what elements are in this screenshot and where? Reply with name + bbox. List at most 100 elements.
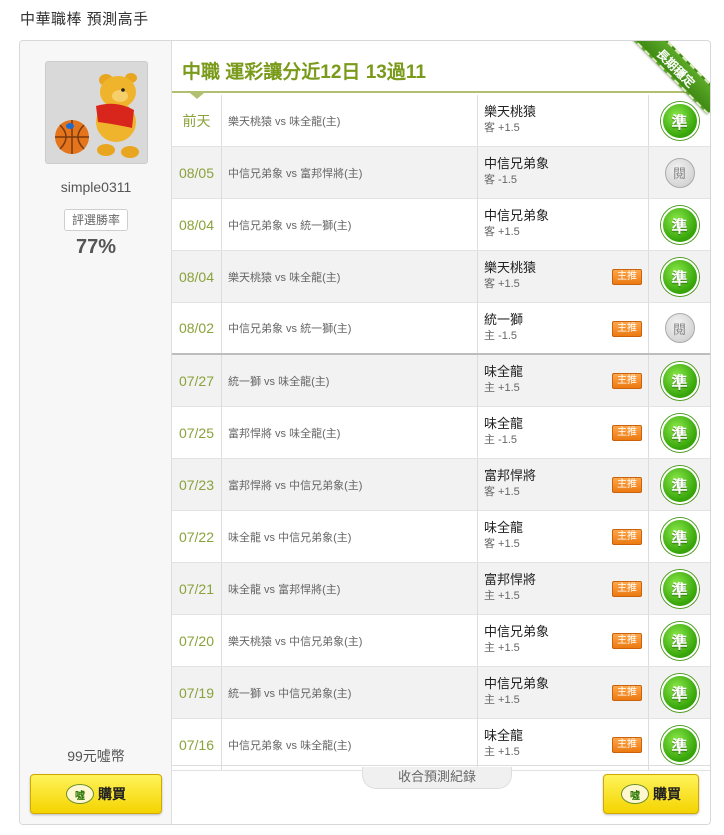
win-badge-icon: 準: [660, 569, 699, 608]
win-badge-icon: 準: [660, 621, 699, 660]
row-match: 味全龍 vs 中信兄弟象(主): [222, 511, 478, 562]
prediction-row: 07/23 富邦悍將 vs 中信兄弟象(主) 富邦悍將客 +1.5 主推準: [172, 459, 710, 511]
win-badge-icon: 準: [660, 101, 699, 140]
row-pick: 富邦悍將主 +1.5 主推: [478, 563, 649, 614]
win-rate-value: 77%: [75, 236, 117, 258]
prediction-row: 前天 樂天桃猿 vs 味全龍(主) 樂天桃猿客 +1.5 準: [172, 95, 710, 147]
row-date: 07/21: [172, 563, 222, 614]
win-badge-icon: 準: [660, 413, 699, 452]
prediction-row: 07/16 中信兄弟象 vs 味全龍(主) 味全龍主 +1.5 主推準: [172, 719, 710, 771]
predictor-card: simple0311 評選勝率 77% 99元噓幣 噓 購買 中職 運彩讓分近1…: [19, 40, 711, 825]
main-pick-tag: 主推: [612, 425, 642, 441]
row-pick: 味全龍主 -1.5 主推: [478, 407, 649, 458]
row-match: 富邦悍將 vs 味全龍(主): [222, 407, 478, 458]
main-pick-tag: 主推: [612, 321, 642, 337]
buy-button[interactable]: 噓 購買: [30, 774, 162, 814]
row-date: 08/04: [172, 199, 222, 250]
row-pick: 富邦悍將客 +1.5 主推: [478, 459, 649, 510]
row-pick: 樂天桃猿客 +1.5: [478, 95, 649, 146]
row-match: 統一獅 vs 中信兄弟象(主): [222, 667, 478, 718]
row-result: 準: [649, 719, 710, 770]
row-date: 07/25: [172, 407, 222, 458]
row-result: 準: [649, 95, 710, 146]
push-badge-icon: 閱: [664, 313, 695, 343]
row-pick: 中信兄弟象主 +1.5 主推: [478, 615, 649, 666]
row-result: 準: [649, 407, 710, 458]
win-badge-icon: 準: [660, 725, 699, 764]
profile-panel: simple0311 評選勝率 77% 99元噓幣 噓 購買: [20, 41, 172, 824]
row-date: 08/04: [172, 251, 222, 302]
avatar[interactable]: [45, 61, 148, 164]
main-pick-tag: 主推: [612, 529, 642, 545]
row-match: 中信兄弟象 vs 富邦悍將(主): [222, 147, 478, 198]
main-pick-tag: 主推: [612, 373, 642, 389]
win-badge-icon: 準: [660, 205, 699, 244]
row-result: 準: [649, 459, 710, 510]
prediction-row: 07/27 統一獅 vs 味全龍(主) 味全龍主 +1.5 主推準: [172, 355, 710, 407]
pick-line: 客 +1.5: [484, 226, 520, 238]
pick-team: 中信兄弟象: [484, 156, 550, 171]
win-rate-label: 評選勝率: [64, 209, 128, 231]
row-date: 07/16: [172, 719, 222, 770]
main-pick-tag: 主推: [612, 269, 642, 285]
panel-title: 中職 運彩讓分近12日 13過11: [182, 62, 426, 83]
win-badge-icon: 準: [660, 361, 699, 400]
main-pick-tag: 主推: [612, 737, 642, 753]
row-pick: 味全龍客 +1.5 主推: [478, 511, 649, 562]
row-date: 08/02: [172, 303, 222, 353]
main-pick-tag: 主推: [612, 581, 642, 597]
pick-line: 客 +1.5: [484, 122, 520, 134]
row-pick: 味全龍主 +1.5 主推: [478, 355, 649, 406]
page-title: 中華職棒 預測高手: [20, 11, 149, 28]
main-pick-tag: 主推: [612, 633, 642, 649]
win-badge-icon: 準: [660, 465, 699, 504]
row-match: 富邦悍將 vs 中信兄弟象(主): [222, 459, 478, 510]
row-match: 統一獅 vs 味全龍(主): [222, 355, 478, 406]
pick-team: 樂天桃猿: [484, 104, 537, 119]
row-pick: 中信兄弟象主 +1.5 主推: [478, 667, 649, 718]
win-badge-icon: 準: [660, 257, 699, 296]
row-result: 準: [649, 667, 710, 718]
row-match: 樂天桃猿 vs 中信兄弟象(主): [222, 615, 478, 666]
prediction-row: 07/25 富邦悍將 vs 味全龍(主) 味全龍主 -1.5 主推準: [172, 407, 710, 459]
row-result: 準: [649, 511, 710, 562]
row-result: 準: [649, 251, 710, 302]
main-pick-tag: 主推: [612, 685, 642, 701]
row-match: 樂天桃猿 vs 味全龍(主): [222, 251, 478, 302]
row-pick: 味全龍主 +1.5 主推: [478, 719, 649, 770]
win-badge-icon: 準: [660, 517, 699, 556]
divider: [172, 765, 710, 766]
prediction-row: 07/20 樂天桃猿 vs 中信兄弟象(主) 中信兄弟象主 +1.5 主推準: [172, 615, 710, 667]
row-match: 中信兄弟象 vs 味全龍(主): [222, 719, 478, 770]
collapse-records-button[interactable]: 收合預測紀錄: [362, 767, 512, 789]
price: 99元噓幣: [67, 748, 125, 764]
row-match: 味全龍 vs 富邦悍將(主): [222, 563, 478, 614]
coin-icon: 噓: [66, 784, 94, 804]
row-result: 閱: [649, 303, 710, 353]
row-pick: 中信兄弟象客 +1.5: [478, 199, 649, 250]
bear-basketball-avatar-icon: [46, 62, 147, 163]
row-pick: 中信兄弟象客 -1.5: [478, 147, 649, 198]
main-pick-tag: 主推: [612, 477, 642, 493]
prediction-panel: 中職 運彩讓分近12日 13過11 長期穩定 前天 樂天桃猿 vs 味全龍(主) 樂…: [172, 41, 710, 824]
row-pick: 樂天桃猿客 +1.5 主推: [478, 251, 649, 302]
prediction-row: 08/04 中信兄弟象 vs 統一獅(主) 中信兄弟象客 +1.5 準: [172, 199, 710, 251]
prediction-row: 07/19 統一獅 vs 中信兄弟象(主) 中信兄弟象主 +1.5 主推準: [172, 667, 710, 719]
row-result: 閱: [649, 147, 710, 198]
prediction-list: 前天 樂天桃猿 vs 味全龍(主) 樂天桃猿客 +1.5 準 08/05 中信兄弟象 vs…: [172, 95, 710, 771]
panel-header: 中職 運彩讓分近12日 13過11 長期穩定: [172, 41, 710, 115]
row-result: 準: [649, 563, 710, 614]
buy-button-bottom[interactable]: 噓 購買: [603, 774, 699, 814]
row-date: 07/22: [172, 511, 222, 562]
prediction-row: 07/21 味全龍 vs 富邦悍將(主) 富邦悍將主 +1.5 主推準: [172, 563, 710, 615]
buy-button-label: 購買: [653, 786, 681, 802]
row-match: 中信兄弟象 vs 統一獅(主): [222, 303, 478, 353]
push-badge-icon: 閱: [664, 157, 695, 188]
row-date: 07/27: [172, 355, 222, 406]
row-match: 中信兄弟象 vs 統一獅(主): [222, 199, 478, 250]
coin-icon: 噓: [621, 784, 649, 804]
row-result: 準: [649, 355, 710, 406]
username[interactable]: simple0311: [20, 179, 172, 195]
prediction-row: 08/04 樂天桃猿 vs 味全龍(主) 樂天桃猿客 +1.5 主推準: [172, 251, 710, 303]
row-date: 07/19: [172, 667, 222, 718]
